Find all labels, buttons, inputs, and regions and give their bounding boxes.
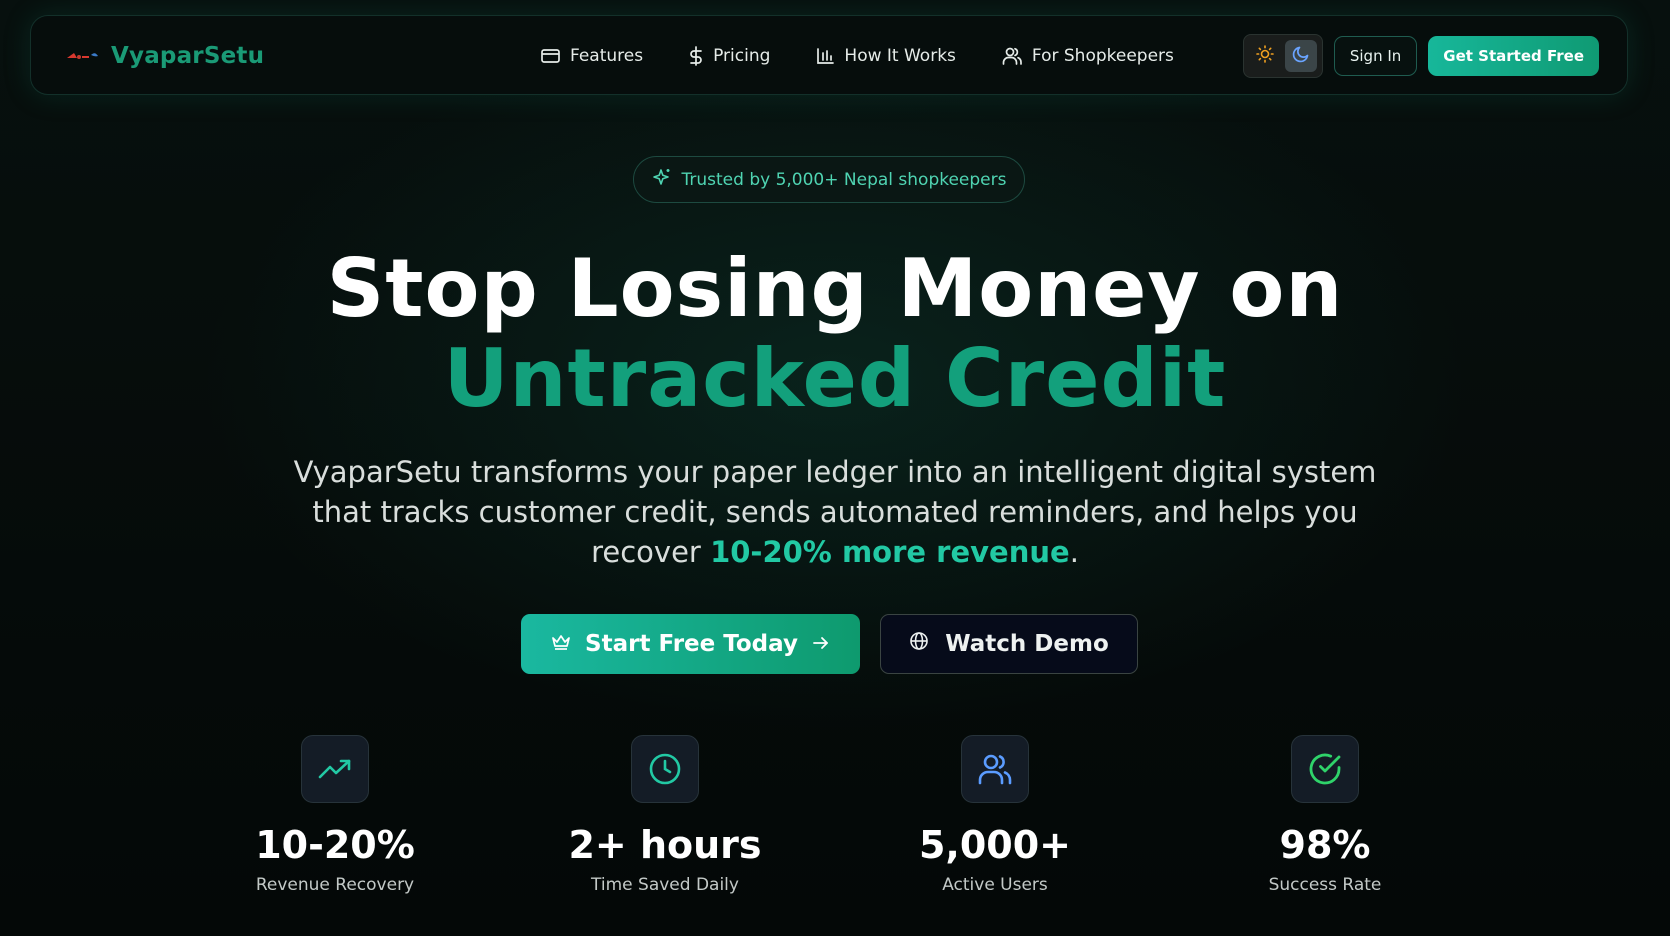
stat-revenue-recovery: 10-20% Revenue Recovery [185, 735, 485, 895]
check-circle-icon [1291, 735, 1359, 803]
crown-icon [551, 631, 571, 657]
stat-time-saved: 2+ hours Time Saved Daily [515, 735, 815, 895]
stat-label: Time Saved Daily [591, 875, 739, 895]
users-icon [961, 735, 1029, 803]
nav-item-label: Pricing [713, 46, 771, 66]
sun-icon [1256, 45, 1274, 67]
nav-item-for-shopkeepers[interactable]: For Shopkeepers [1002, 46, 1174, 66]
brand-name: VyaparSetu [111, 43, 265, 69]
sparkles-icon [652, 167, 672, 192]
dollar-icon [689, 46, 703, 66]
stat-value: 5,000+ [918, 823, 1072, 867]
hero-headline-line1: Stop Losing Money on [326, 242, 1344, 335]
nav-actions: Sign In Get Started Free [1242, 16, 1599, 96]
nav-links: Features Pricing How It Works For Shopke… [541, 16, 1174, 96]
trust-badge: Trusted by 5,000+ Nepal shopkeepers [633, 156, 1025, 203]
dark-mode-button[interactable] [1284, 40, 1317, 72]
watch-demo-label: Watch Demo [945, 631, 1109, 657]
nav-item-label: Features [570, 46, 644, 66]
hero-headline-line2: Untracked Credit [443, 332, 1227, 425]
brand[interactable]: VyaparSetu [65, 16, 264, 96]
stat-label: Active Users [942, 875, 1048, 895]
stat-value: 98% [1279, 823, 1371, 867]
start-free-label: Start Free Today [585, 631, 798, 657]
hero-subtext-end: . [1069, 535, 1079, 569]
bar-chart-icon [816, 47, 835, 65]
trust-badge-text: Trusted by 5,000+ Nepal shopkeepers [681, 169, 1007, 190]
nav-item-pricing[interactable]: Pricing [689, 46, 770, 66]
card-icon [541, 48, 560, 64]
logo-icon [65, 46, 99, 66]
nav-item-how-it-works[interactable]: How It Works [816, 46, 956, 66]
sign-in-button[interactable]: Sign In [1333, 36, 1418, 76]
stat-label: Revenue Recovery [255, 875, 415, 895]
light-mode-button[interactable] [1249, 40, 1281, 72]
get-started-button[interactable]: Get Started Free [1428, 36, 1599, 76]
stat-success-rate: 98% Success Rate [1175, 735, 1475, 895]
nav-item-features[interactable]: Features [541, 46, 643, 66]
start-free-button[interactable]: Start Free Today [521, 614, 860, 674]
nav-item-label: For Shopkeepers [1031, 46, 1174, 66]
nav-item-label: How It Works [844, 46, 956, 66]
hero-subtext-highlight: 10-20% more revenue [710, 535, 1070, 569]
hero-subtext: VyaparSetu transforms your paper ledger … [260, 452, 1410, 572]
stat-value: 2+ hours [568, 823, 762, 867]
users-icon [1002, 47, 1022, 65]
navbar: VyaparSetu Features Pricing How It Works… [30, 15, 1628, 95]
watch-demo-button[interactable]: Watch Demo [880, 614, 1138, 674]
globe-icon [909, 631, 929, 657]
trending-up-icon [301, 735, 369, 803]
stat-value: 10-20% [255, 823, 415, 867]
stat-label: Success Rate [1268, 875, 1382, 895]
stat-active-users: 5,000+ Active Users [845, 735, 1145, 895]
moon-icon [1292, 45, 1310, 67]
arrow-right-icon [812, 631, 830, 657]
clock-icon [631, 735, 699, 803]
theme-toggle[interactable] [1242, 34, 1323, 78]
